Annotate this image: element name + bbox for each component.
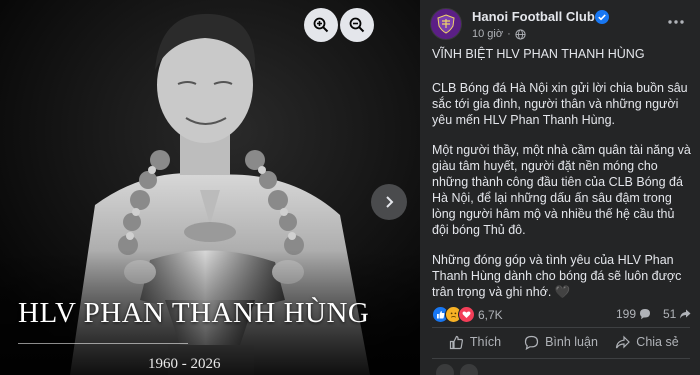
separator-dot: · [507, 28, 511, 40]
share-button[interactable]: Chia sẻ [604, 330, 690, 354]
zoom-out-icon [349, 17, 365, 33]
more-options-button[interactable] [664, 12, 688, 32]
verified-badge-icon [595, 10, 609, 24]
thumbs-up-icon [449, 335, 463, 349]
heart-reaction-icon [458, 306, 475, 323]
post-body: VĨNH BIỆT HLV PHAN THANH HÙNG CLB Bóng đ… [432, 46, 694, 314]
reaction-count[interactable]: 6,7K [478, 308, 503, 322]
overlay-divider [18, 343, 188, 344]
page-name-link[interactable]: Hanoi Football Club [472, 9, 595, 24]
share-count-text: 51 [663, 307, 677, 321]
commenter-avatar[interactable] [460, 364, 478, 375]
comment-count-text: 199 [616, 307, 637, 321]
actions-divider-top [432, 327, 690, 328]
more-dots-icon [668, 20, 684, 24]
commenter-avatar[interactable] [436, 364, 454, 375]
share-icon [616, 335, 631, 348]
like-button[interactable]: Thích [432, 330, 518, 354]
next-photo-button[interactable] [371, 184, 407, 220]
post-paragraph-3: Những đóng góp và tình yêu của HLV Phan … [432, 253, 682, 299]
share-label: Chia sẻ [636, 335, 679, 349]
reaction-icons[interactable] [432, 306, 475, 324]
post-time-text: 10 giờ [472, 28, 504, 40]
share-count[interactable]: 51 [663, 307, 691, 321]
zoom-in-button[interactable] [304, 8, 338, 42]
photo-viewer: HLV PHAN THANH HÙNG 1960 - 2026 [0, 0, 420, 375]
globe-icon [515, 28, 526, 40]
page-avatar[interactable] [430, 8, 462, 40]
comment-button[interactable]: Bình luận [518, 330, 604, 354]
comment-label: Bình luận [545, 335, 598, 349]
zoom-in-icon [313, 17, 329, 33]
post-panel: Hanoi Football Club 10 giờ · VĨNH BIỆT H… [420, 0, 700, 375]
post-heading: VĨNH BIỆT HLV PHAN THANH HÙNG [432, 47, 645, 61]
chevron-right-icon [386, 196, 394, 208]
zoom-out-button[interactable] [340, 8, 374, 42]
reactions-summary: 6,7K 199 51 [432, 306, 691, 324]
post-paragraph-1: CLB Bóng đá Hà Nội xin gửi lời chia buồn… [432, 81, 688, 127]
post-actions: Thích Bình luận Chia sẻ [432, 330, 690, 354]
share-arrow-icon [680, 309, 691, 319]
comment-icon [524, 335, 539, 350]
post-header: Hanoi Football Club 10 giờ · [430, 8, 690, 42]
comment-bubble-icon [640, 309, 651, 320]
actions-divider-bottom [432, 358, 690, 359]
overlay-years-text: 1960 - 2026 [148, 356, 221, 372]
post-paragraph-2: Một người thầy, một nhà cầm quân tài năn… [432, 143, 691, 237]
comment-count[interactable]: 199 [616, 307, 651, 321]
comment-preview-row [436, 364, 478, 375]
post-time[interactable]: 10 giờ · [472, 28, 526, 40]
club-crest-icon [437, 14, 455, 34]
overlay-name-text: HLV PHAN THANH HÙNG [18, 297, 370, 329]
like-label: Thích [469, 335, 502, 349]
